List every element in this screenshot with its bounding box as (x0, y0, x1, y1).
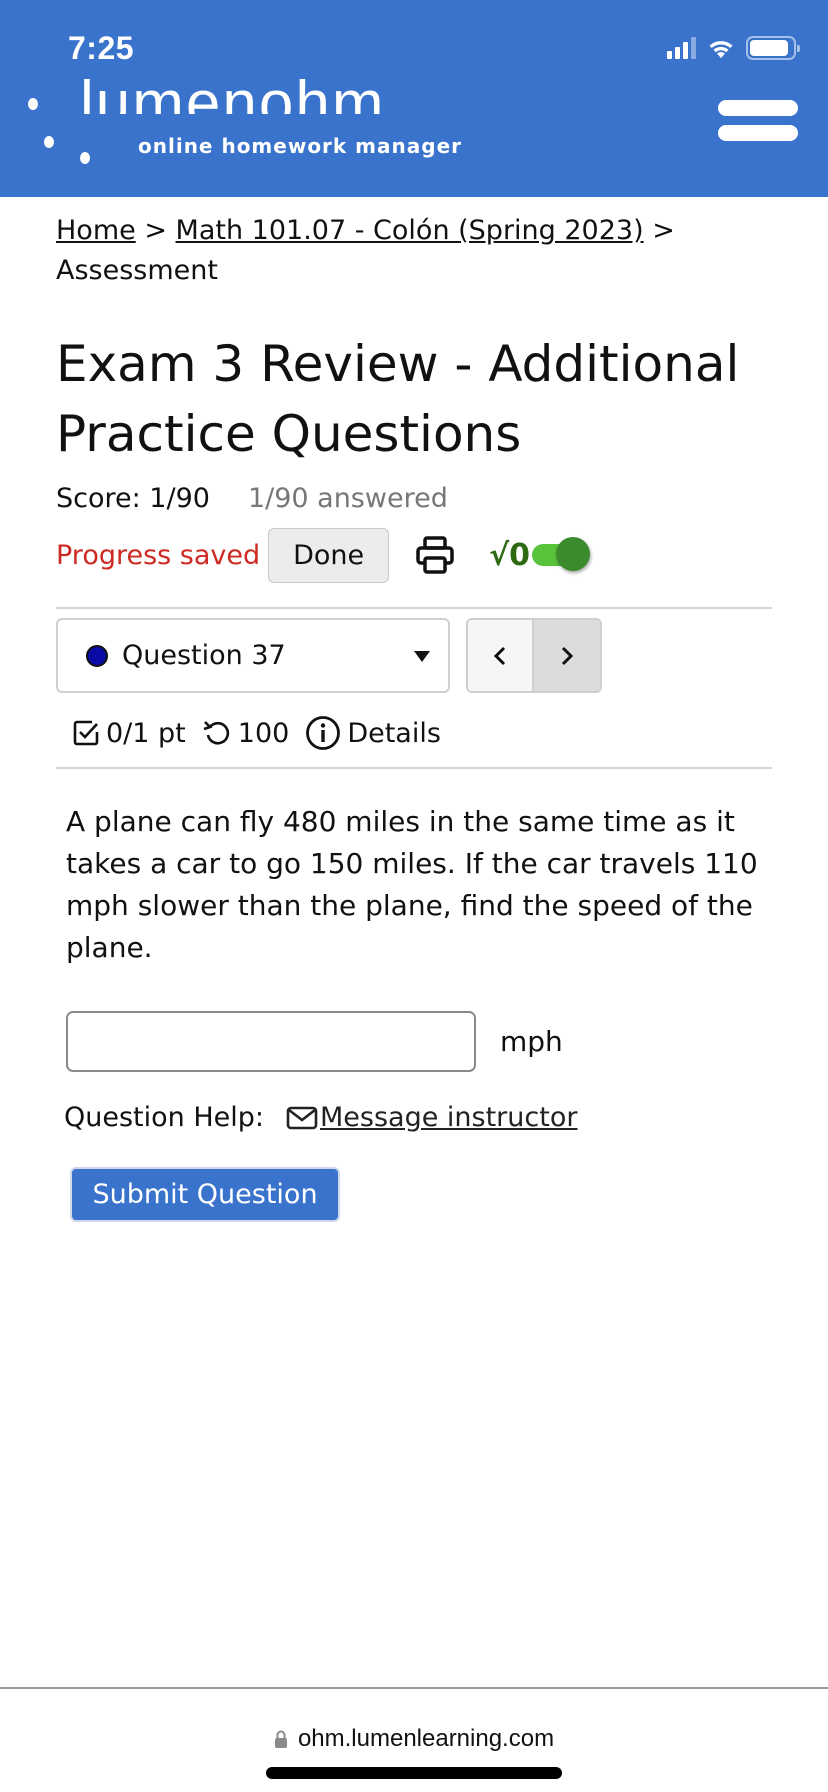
hamburger-menu-button[interactable] (718, 100, 800, 144)
breadcrumb: Home > Math 101.07 - Colón (Spring 2023)… (56, 211, 772, 291)
breadcrumb-separator: > (652, 215, 675, 246)
details-label: Details (347, 717, 441, 749)
answer-row: mph (66, 1011, 772, 1072)
lumen-ohm-logo[interactable]: lumenohm online homework manager (24, 69, 464, 166)
progress-row: Progress saved Done √0 (56, 527, 772, 583)
envelope-icon (286, 1106, 318, 1129)
question-help-label: Question Help: (64, 1102, 264, 1133)
toggle-switch[interactable] (532, 537, 591, 571)
score-text: Score: 1/90 (56, 483, 210, 514)
url-text: ohm.lumenlearning.com (297, 1725, 555, 1752)
url-display[interactable]: ohm.lumenlearning.com (0, 1725, 828, 1753)
sqrt-icon: √0 (489, 537, 531, 573)
cellular-signal-icon (667, 37, 696, 59)
message-instructor-link[interactable]: Message instructor (286, 1102, 577, 1133)
status-time: 7:25 (68, 30, 135, 66)
menu-bar-icon (718, 125, 798, 141)
question-pager (466, 618, 602, 693)
toggle-knob (556, 537, 591, 571)
answered-count: 1/90 answered (247, 483, 448, 514)
next-question-button[interactable] (534, 620, 600, 691)
retry-icon (203, 721, 229, 745)
battery-icon (746, 36, 800, 60)
app-header: 7:25 lumenohm online homework manager (0, 0, 828, 197)
page-title: Exam 3 Review - Additional Practice Ques… (56, 335, 740, 463)
done-button[interactable]: Done (268, 527, 390, 583)
checkbox-icon (73, 720, 99, 746)
logo-subtitle: online homework manager (138, 134, 462, 158)
print-icon[interactable] (415, 535, 455, 575)
breadcrumb-home-link[interactable]: Home (56, 215, 136, 246)
chevron-left-icon (493, 646, 506, 665)
breadcrumb-course-link[interactable]: Math 101.07 - Colón (Spring 2023) (176, 215, 644, 246)
breadcrumb-current: Assessment (56, 255, 218, 286)
wifi-icon (709, 41, 733, 58)
points-text: 0/1 pt (106, 717, 186, 749)
question-help: Question Help: Message instructor (64, 1102, 772, 1133)
attempts-text: 100 (237, 717, 290, 749)
status-icons (667, 36, 800, 60)
message-instructor-label: Message instructor (320, 1102, 578, 1133)
browser-address-bar: ohm.lumenlearning.com (0, 1687, 828, 1792)
question-select-dropdown[interactable]: Question 37 (56, 618, 450, 693)
question-meta: 0/1 pt 100 Details (72, 711, 772, 755)
details-button[interactable]: Details (305, 715, 441, 751)
chevron-right-icon (561, 646, 574, 665)
unit-label: mph (500, 1025, 563, 1058)
main-content: Home > Math 101.07 - Colón (Spring 2023)… (56, 197, 772, 1222)
logo-wordmark: lumenohm (80, 69, 386, 114)
question-text: A plane can fly 480 miles in the same ti… (66, 805, 758, 964)
divider (56, 767, 772, 769)
divider (56, 607, 772, 609)
selected-question-label: Question 37 (122, 640, 286, 671)
points-info: 0/1 pt (72, 718, 186, 749)
math-entry-toggle[interactable]: √0 (489, 537, 591, 573)
caret-down-icon (414, 651, 430, 662)
breadcrumb-separator: > (144, 215, 167, 246)
progress-status: Progress saved (56, 539, 261, 571)
lock-icon (274, 1730, 287, 1748)
menu-bar-icon (718, 100, 798, 116)
submit-question-button[interactable]: Submit Question (70, 1167, 340, 1222)
question-status-dot (86, 644, 108, 667)
info-icon (306, 716, 341, 750)
attempts-info: 100 (202, 717, 290, 749)
question-navigation: Question 37 (56, 618, 772, 693)
previous-question-button[interactable] (468, 620, 534, 691)
answer-input[interactable] (66, 1011, 476, 1072)
home-indicator[interactable] (266, 1767, 562, 1779)
score-row: Score: 1/90 1/90 answered (56, 479, 772, 519)
